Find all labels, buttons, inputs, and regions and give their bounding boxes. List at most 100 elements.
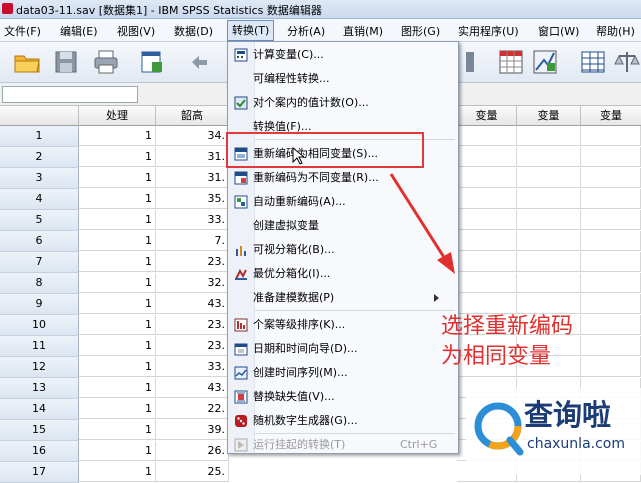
value-labels-icon[interactable] [579,48,607,76]
table-cell[interactable]: 1 [79,231,156,251]
menu-direct-marketing[interactable]: 直销(M) [343,23,383,39]
table-cell[interactable] [457,168,517,188]
table-cell[interactable]: 23. [156,315,229,335]
menu-transform[interactable]: 转换(T) [227,20,275,41]
table-cell[interactable] [517,294,581,314]
column-header-height[interactable]: 韶高 [156,106,229,126]
row-header[interactable]: 8 [0,273,79,294]
menu-analyze[interactable]: 分析(A) [287,23,325,39]
table-cell[interactable]: 1 [79,126,156,146]
menu-edit[interactable]: 编辑(E) [60,23,98,39]
menu-item-date-time-wizard[interactable]: 日期和时间向导(D)... [228,338,458,360]
print-icon[interactable] [92,48,120,76]
menu-item-programmability-transform[interactable]: 可编程性转换... [228,68,458,90]
recall-dialog-icon[interactable] [138,48,166,76]
row-header[interactable]: 7 [0,252,79,273]
menu-item-replace-missing-values[interactable]: 替换缺失值(V)... [228,386,458,408]
table-cell[interactable]: 25. [156,462,229,482]
table-cell[interactable] [581,336,641,356]
undo-icon[interactable] [186,48,214,76]
table-cell[interactable]: 33. [156,357,229,377]
table-cell[interactable] [457,273,517,293]
row-header[interactable]: 14 [0,399,79,420]
weight-cases-icon[interactable] [613,48,641,76]
row-header[interactable]: 10 [0,315,79,336]
row-header[interactable]: 1 [0,126,79,147]
menu-file[interactable]: 文件(F) [4,23,41,39]
table-cell[interactable]: 43. [156,378,229,398]
table-cell[interactable]: 1 [79,336,156,356]
cell-reference-input[interactable] [2,86,138,103]
table-cell[interactable] [517,252,581,272]
table-cell[interactable]: 1 [79,168,156,188]
row-header[interactable]: 9 [0,294,79,315]
table-cell[interactable]: 33. [156,210,229,230]
column-header-treatment[interactable]: 处理 [79,106,156,126]
table-cell[interactable]: 1 [79,294,156,314]
save-icon[interactable] [52,48,80,76]
row-header[interactable]: 4 [0,189,79,210]
table-cell[interactable] [457,126,517,146]
table-cell[interactable] [517,126,581,146]
table-cell[interactable]: 1 [79,315,156,335]
table-cell[interactable]: 43. [156,294,229,314]
row-header[interactable]: 17 [0,462,79,483]
table-cell[interactable]: 1 [79,420,156,440]
column-header-variable[interactable]: 变量 [457,106,517,126]
table-cell[interactable] [517,231,581,251]
table-cell[interactable] [457,210,517,230]
table-cell[interactable]: 1 [79,357,156,377]
table-cell[interactable] [581,252,641,272]
table-cell[interactable] [457,189,517,209]
table-cell[interactable]: 31. [156,168,229,188]
table-cell[interactable]: 7. [156,231,229,251]
table-cell[interactable] [581,357,641,377]
row-header[interactable]: 11 [0,336,79,357]
table-cell[interactable]: 1 [79,147,156,167]
insert-variable-icon[interactable] [497,48,525,76]
row-header[interactable]: 3 [0,168,79,189]
table-cell[interactable] [517,168,581,188]
column-header-variable[interactable]: 变量 [517,106,581,126]
row-header[interactable]: 13 [0,378,79,399]
menu-view[interactable]: 视图(V) [117,23,155,39]
table-cell[interactable] [457,147,517,167]
table-cell[interactable] [581,168,641,188]
table-cell[interactable] [517,189,581,209]
row-header[interactable]: 6 [0,231,79,252]
menu-item-count-values[interactable]: 对个案内的值计数(O)... [228,92,458,114]
menu-window[interactable]: 窗口(W) [538,23,579,39]
row-header[interactable]: 15 [0,420,79,441]
table-cell[interactable] [581,147,641,167]
table-cell[interactable]: 1 [79,378,156,398]
table-cell[interactable] [457,294,517,314]
row-header[interactable]: 5 [0,210,79,231]
table-cell[interactable] [581,210,641,230]
table-cell[interactable]: 23. [156,336,229,356]
row-header[interactable]: 2 [0,147,79,168]
table-cell[interactable] [581,126,641,146]
menu-item-create-time-series[interactable]: 创建时间序列(M)... [228,362,458,384]
split-file-icon[interactable] [531,48,559,76]
table-cell[interactable] [581,294,641,314]
table-cell[interactable]: 1 [79,252,156,272]
table-cell[interactable]: 1 [79,441,156,461]
menu-item-compute-variable[interactable]: 计算变量(C)... [228,44,458,66]
table-cell[interactable] [457,252,517,272]
menu-utilities[interactable]: 实用程序(U) [458,23,519,39]
open-folder-icon[interactable] [13,48,41,76]
table-cell[interactable]: 32. [156,273,229,293]
insert-cases-icon[interactable] [456,48,484,76]
table-cell[interactable] [517,210,581,230]
table-cell[interactable]: 23. [156,252,229,272]
table-cell[interactable] [517,273,581,293]
table-cell[interactable] [581,273,641,293]
menu-item-prepare-data-for-modeling[interactable]: 准备建模数据(P) [228,287,458,309]
row-header[interactable]: 12 [0,357,79,378]
row-header[interactable]: 16 [0,441,79,462]
table-cell[interactable]: 39. [156,420,229,440]
table-cell[interactable]: 34. [156,126,229,146]
table-cell[interactable] [457,231,517,251]
table-cell[interactable]: 22. [156,399,229,419]
table-cell[interactable]: 1 [79,273,156,293]
